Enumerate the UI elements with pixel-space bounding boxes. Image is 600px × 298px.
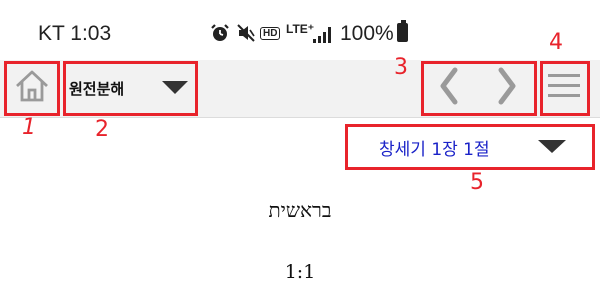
chapter-verse-dropdown[interactable]: 창세기 1장 1절 <box>346 125 594 169</box>
book-title-hebrew: בראשית <box>268 198 332 222</box>
mode-dropdown[interactable]: 원전분해 <box>64 62 198 114</box>
mode-dropdown-label: 원전분해 <box>69 79 125 98</box>
chevron-right-icon <box>495 66 519 110</box>
next-button[interactable] <box>479 62 535 114</box>
battery-percent: 100% <box>340 22 394 45</box>
battery-icon <box>397 20 408 42</box>
signal-icon <box>312 25 334 43</box>
home-button[interactable] <box>6 62 58 114</box>
annotation-number-2: 2 <box>95 117 109 142</box>
caret-down-icon <box>538 140 566 153</box>
chevron-left-icon <box>437 66 461 110</box>
status-bar: KT 1:03 HD LTE⁺ 100% <box>0 0 600 60</box>
carrier-time: KT 1:03 <box>38 22 112 45</box>
mute-icon <box>236 23 256 43</box>
hamburger-icon <box>547 72 581 104</box>
chapter-verse-label: 창세기 1장 1절 <box>379 139 490 160</box>
annotation-number-5: 5 <box>470 170 484 195</box>
chapter-navigation <box>421 62 535 114</box>
previous-button[interactable] <box>421 62 477 114</box>
caret-down-icon <box>162 81 188 94</box>
alarm-icon <box>210 23 230 43</box>
verse-reference: 1:1 <box>284 261 316 283</box>
hd-badge: HD <box>260 27 281 40</box>
annotation-number-1: 1 <box>22 115 36 140</box>
home-icon <box>14 69 50 107</box>
network-type: LTE⁺ <box>286 22 315 36</box>
menu-button[interactable] <box>540 62 588 114</box>
